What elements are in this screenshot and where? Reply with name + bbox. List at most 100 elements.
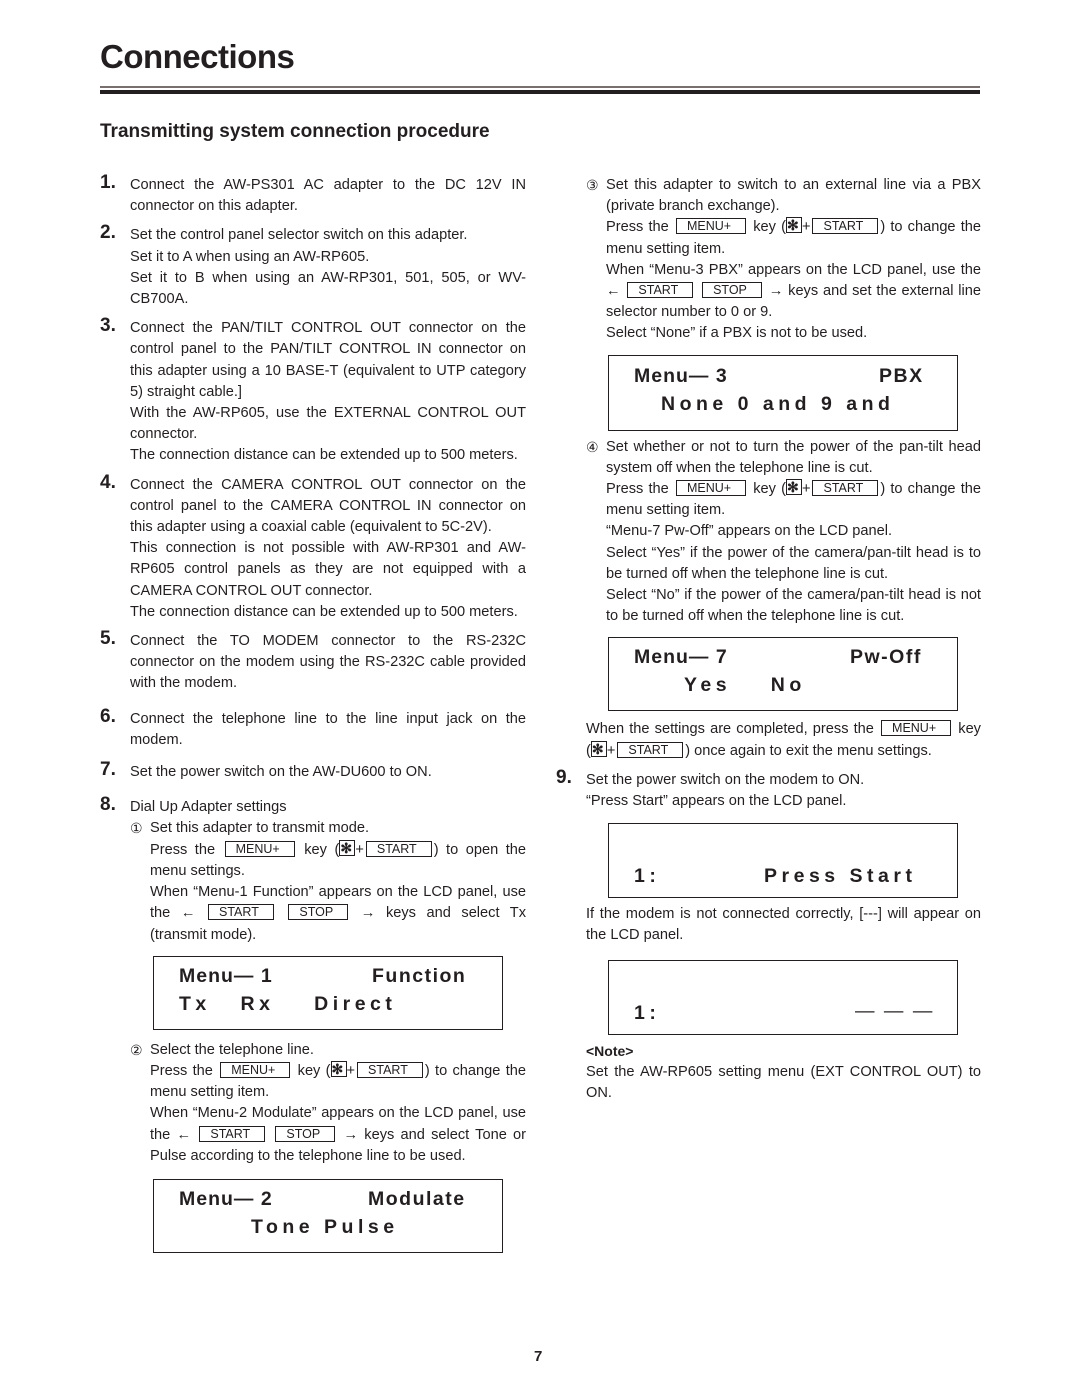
- step-text: Set the power switch on the modem to ON.: [586, 771, 865, 788]
- substep-intro: Select the telephone line.: [150, 1041, 314, 1058]
- left-column: 1. Connect the AW-PS301 AC adapter to th…: [100, 172, 526, 1253]
- step-text: The connection distance can be extended …: [130, 603, 518, 620]
- plus-sign: +: [346, 1062, 356, 1079]
- substep-4: ④ Set whether or not to turn the power o…: [586, 437, 981, 628]
- step-text: “Press Start” appears on the LCD panel.: [586, 793, 847, 810]
- substep-when-text: When “Menu-1 Function” appears on the LC…: [150, 882, 526, 946]
- step-number: 7.: [100, 759, 116, 781]
- substep-2: ② Select the telephone line. Press the M…: [130, 1040, 526, 1167]
- left-arrow-icon: ←: [176, 1126, 192, 1143]
- lcd-line2: Yes No: [684, 674, 806, 697]
- step-number: 9.: [556, 766, 572, 788]
- start-key: START: [357, 1061, 423, 1078]
- section-title: Transmitting system connection procedure: [100, 121, 490, 142]
- text: key (: [753, 219, 786, 236]
- substep-intro: Set this adapter to transmit mode.: [150, 820, 370, 837]
- substep-press-text: Press the MENU+ key (✻ + START) to change …: [150, 1060, 526, 1103]
- lcd-display-menu-7: Menu— 7 Pw-Off Yes No: [608, 637, 958, 712]
- circled-number: ④: [586, 438, 599, 455]
- page-number: 7: [534, 1348, 543, 1365]
- step-5: 5. Connect the TO MODEM connector to the…: [100, 628, 526, 695]
- step-text: Set the power switch on the AW-DU600 to …: [130, 764, 432, 781]
- substep-extra: “Menu-7 Pw-Off” appears on the LCD panel…: [606, 523, 893, 540]
- title-rule-thin: [100, 86, 980, 88]
- lcd-display-menu-2: Menu— 2 Modulate Tone Pulse: [153, 1178, 503, 1253]
- step-8: 8. Dial Up Adapter settings ① Set this a…: [100, 794, 526, 946]
- start-key: START: [812, 218, 879, 235]
- step-3: 3. Connect the PAN/TILT CONTROL OUT conn…: [100, 315, 526, 466]
- substep-extra: Select “Yes” if the power of the camera/…: [606, 544, 981, 582]
- step-number: 6.: [100, 705, 116, 727]
- menu-plus-key: MENU+: [220, 1061, 291, 1078]
- asterisk-key-icon: ✻: [330, 1060, 347, 1077]
- lcd-display-error: 1: — — —: [608, 959, 958, 1035]
- step-text: Dial Up Adapter settings: [130, 799, 287, 816]
- step-text: Connect the PAN/TILT CONTROL OUT connect…: [130, 320, 526, 400]
- step-number: 2.: [100, 222, 116, 244]
- step-text: The connection distance can be extended …: [130, 447, 518, 464]
- text: Press the: [606, 219, 669, 236]
- right-column: ③ Set this adapter to switch to an exter…: [556, 175, 981, 1104]
- step-7: 7. Set the power switch on the AW-DU600 …: [100, 759, 526, 783]
- menu-plus-key: MENU+: [224, 840, 295, 857]
- menu-plus-key: MENU+: [675, 480, 747, 497]
- plus-sign: +: [355, 841, 364, 858]
- text: Press the: [150, 1062, 213, 1079]
- left-arrow-icon: ←: [606, 283, 621, 300]
- stop-key: STOP: [288, 904, 349, 921]
- left-arrow-icon: ←: [180, 905, 196, 922]
- text: Press the: [150, 841, 216, 858]
- circled-number: ③: [586, 177, 599, 193]
- lcd-line2: None 0 and 9 and: [661, 392, 895, 415]
- substep-intro: Set whether or not to turn the power of …: [606, 438, 981, 476]
- right-arrow-icon: →: [343, 1126, 359, 1143]
- substep-press-text: Press the MENU+ key (✻ + START) to change …: [606, 479, 981, 521]
- start-key: START: [365, 840, 432, 857]
- lcd-line1-right: Function: [372, 964, 467, 987]
- substep-press-text: Press the MENU+ key (✻ + START) to open th…: [150, 839, 526, 882]
- start-key: START: [812, 480, 879, 497]
- lcd-line1-left: Menu— 1: [179, 964, 273, 987]
- lcd-line1-right: Modulate: [368, 1187, 466, 1210]
- text: key (: [297, 1062, 331, 1079]
- step-text: Connect the telephone line to the line i…: [130, 710, 526, 748]
- substep-when-text: When “Menu-3 PBX” appears on the LCD pan…: [606, 260, 981, 324]
- lcd-line1-right: Pw-Off: [850, 646, 922, 669]
- step-9: 9. Set the power switch on the modem to …: [556, 766, 981, 812]
- substep-when-text: When “Menu-2 Modulate” appears on the LC…: [150, 1103, 526, 1167]
- lcd-line1-right: PBX: [879, 364, 924, 387]
- title-rule-thick: [100, 90, 980, 94]
- lcd-line-right: Press Start: [764, 865, 917, 888]
- text: key (: [753, 481, 786, 498]
- lcd-line1-left: Menu— 2: [179, 1187, 273, 1210]
- stop-key: STOP: [275, 1125, 336, 1142]
- plus-sign: +: [801, 481, 811, 498]
- lcd-display-press-start: 1: Press Start: [608, 823, 958, 899]
- step-6: 6. Connect the telephone line to the lin…: [100, 705, 526, 751]
- step-text: Connect the CAMERA CONTROL OUT connector…: [130, 476, 526, 536]
- step-text: With the AW-RP605, use the EXTERNAL CONT…: [130, 405, 526, 443]
- step-text: Set it to B when using an AW-RP301, 501,…: [130, 269, 526, 308]
- asterisk-key-icon: ✻: [785, 479, 802, 496]
- text: Press the: [606, 481, 669, 498]
- step-number: 8.: [100, 794, 116, 816]
- circled-number: ①: [130, 820, 143, 837]
- start-key: START: [208, 904, 274, 921]
- circled-number: ②: [130, 1041, 143, 1058]
- step-number: 5.: [100, 628, 116, 650]
- note-text: Set the AW-RP605 setting menu (EXT CONTR…: [586, 1063, 981, 1102]
- menu-plus-key: MENU+: [675, 218, 747, 235]
- step-1: 1. Connect the AW-PS301 AC adapter to th…: [100, 172, 526, 217]
- text: key (: [304, 841, 340, 858]
- right-arrow-icon: →: [768, 283, 784, 300]
- plus-sign: +: [801, 219, 811, 236]
- step-text: Connect the AW-PS301 AC adapter to the D…: [130, 177, 526, 215]
- step-number: 4.: [100, 471, 116, 493]
- menu-plus-key: MENU+: [881, 720, 952, 737]
- lcd-line2: Tone Pulse: [251, 1215, 399, 1238]
- substep-intro: Set this adapter to switch to an externa…: [606, 177, 981, 215]
- substep-extra: Select “None” if a PBX is not to be used…: [606, 325, 868, 342]
- substep-3: ③ Set this adapter to switch to an exter…: [586, 175, 981, 345]
- lcd-line2: Tx Rx Direct: [179, 992, 397, 1015]
- step-number: 3.: [100, 315, 116, 337]
